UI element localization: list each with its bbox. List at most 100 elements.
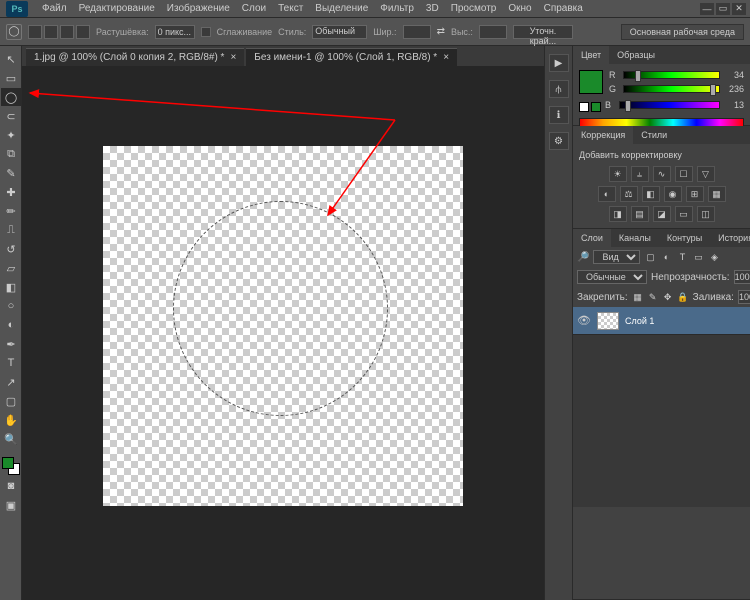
selection-new-button[interactable] bbox=[28, 25, 42, 39]
b-value[interactable]: 13 bbox=[724, 100, 744, 110]
feather-input[interactable] bbox=[155, 25, 195, 39]
style-select[interactable]: Обычный bbox=[312, 25, 367, 39]
r-slider[interactable] bbox=[623, 71, 720, 79]
menu-layer[interactable]: Слои bbox=[236, 3, 272, 14]
balance-icon[interactable]: ⚖ bbox=[620, 186, 638, 202]
tab-channels[interactable]: Каналы bbox=[611, 229, 659, 247]
close-icon[interactable]: × bbox=[230, 52, 236, 63]
canvas-viewport[interactable] bbox=[22, 66, 544, 600]
move-tool[interactable]: ↖ bbox=[1, 50, 21, 68]
alt-swatch[interactable] bbox=[591, 102, 601, 112]
swap-icon[interactable]: ⇄ bbox=[437, 26, 445, 37]
search-icon[interactable]: 🔎 bbox=[577, 252, 589, 263]
pen-tool[interactable]: ✒ bbox=[1, 335, 21, 353]
levels-icon[interactable]: ⫨ bbox=[631, 166, 649, 182]
foreground-color-swatch[interactable] bbox=[2, 457, 14, 469]
fill-input[interactable] bbox=[738, 290, 750, 304]
layer-item[interactable]: 👁 Слой 1 bbox=[573, 307, 750, 335]
type-tool[interactable]: T bbox=[1, 354, 21, 372]
height-input[interactable] bbox=[479, 25, 507, 39]
minimize-button[interactable]: — bbox=[700, 3, 714, 15]
eyedropper-tool[interactable]: ✎ bbox=[1, 164, 21, 182]
lasso-tool[interactable]: ⊂ bbox=[1, 107, 21, 125]
gradient-tool[interactable]: ◧ bbox=[1, 278, 21, 296]
tab-color[interactable]: Цвет bbox=[573, 46, 609, 64]
close-icon[interactable]: × bbox=[443, 52, 449, 63]
tab-swatches[interactable]: Образцы bbox=[609, 46, 663, 64]
workspace-switcher[interactable]: Основная рабочая среда bbox=[621, 24, 744, 40]
rectangle-tool[interactable]: ▢ bbox=[1, 392, 21, 410]
canvas[interactable] bbox=[103, 146, 463, 506]
blend-mode-select[interactable]: Обычные bbox=[577, 270, 647, 284]
history-brush-tool[interactable]: ↺ bbox=[1, 240, 21, 258]
g-value[interactable]: 236 bbox=[724, 84, 744, 94]
dock-info-icon[interactable]: ℹ bbox=[549, 106, 569, 124]
tab-styles[interactable]: Стили bbox=[633, 126, 675, 144]
selection-add-button[interactable] bbox=[44, 25, 58, 39]
elliptical-marquee-tool[interactable]: ◯ bbox=[1, 88, 21, 106]
menu-image[interactable]: Изображение bbox=[161, 3, 236, 14]
invert-icon[interactable]: ◨ bbox=[609, 206, 627, 222]
color-lookup-icon[interactable]: ▦ bbox=[708, 186, 726, 202]
threshold-icon[interactable]: ◪ bbox=[653, 206, 671, 222]
menu-window[interactable]: Окно bbox=[502, 3, 537, 14]
lock-pixels-icon[interactable]: ✎ bbox=[647, 291, 659, 303]
eraser-tool[interactable]: ▱ bbox=[1, 259, 21, 277]
dodge-tool[interactable]: ◐ bbox=[1, 316, 21, 334]
filter-type-icon[interactable]: T bbox=[676, 251, 688, 263]
lock-all-icon[interactable]: 🔒 bbox=[677, 291, 689, 303]
menu-text[interactable]: Текст bbox=[272, 3, 309, 14]
menu-select[interactable]: Выделение bbox=[309, 3, 374, 14]
crop-tool[interactable]: ⧉ bbox=[1, 145, 21, 163]
healing-brush-tool[interactable]: ✚ bbox=[1, 183, 21, 201]
filter-pixel-icon[interactable]: ▢ bbox=[644, 251, 656, 263]
exposure-icon[interactable]: ☐ bbox=[675, 166, 693, 182]
dock-properties-icon[interactable]: ⚙ bbox=[549, 132, 569, 150]
brightness-icon[interactable]: ☀ bbox=[609, 166, 627, 182]
dock-histogram-icon[interactable]: ⫛ bbox=[549, 80, 569, 98]
filter-smart-icon[interactable]: ◈ bbox=[708, 251, 720, 263]
lock-position-icon[interactable]: ✥ bbox=[662, 291, 674, 303]
b-slider[interactable] bbox=[619, 101, 720, 109]
menu-file[interactable]: Файл bbox=[36, 3, 73, 14]
tab-layers[interactable]: Слои bbox=[573, 229, 611, 247]
posterize-icon[interactable]: ▤ bbox=[631, 206, 649, 222]
opacity-input[interactable] bbox=[734, 270, 750, 284]
tab-history[interactable]: История bbox=[710, 229, 750, 247]
curves-icon[interactable]: ∿ bbox=[653, 166, 671, 182]
hue-icon[interactable]: ◐ bbox=[598, 186, 616, 202]
maximize-button[interactable]: ▭ bbox=[716, 3, 730, 15]
visibility-toggle-icon[interactable]: 👁 bbox=[577, 314, 591, 327]
tab-paths[interactable]: Контуры bbox=[659, 229, 710, 247]
brush-tool[interactable]: ✏ bbox=[1, 202, 21, 220]
menu-view[interactable]: Просмотр bbox=[445, 3, 503, 14]
clone-stamp-tool[interactable]: ⎍ bbox=[1, 221, 21, 239]
dock-play-icon[interactable]: ▶ bbox=[549, 54, 569, 72]
vibrance-icon[interactable]: ▽ bbox=[697, 166, 715, 182]
refine-edge-button[interactable]: Уточн. край... bbox=[513, 25, 573, 39]
width-input[interactable] bbox=[403, 25, 431, 39]
tool-preset-icon[interactable]: ◯ bbox=[6, 24, 22, 40]
channel-mixer-icon[interactable]: ⊞ bbox=[686, 186, 704, 202]
photo-filter-icon[interactable]: ◉ bbox=[664, 186, 682, 202]
selective-color-icon[interactable]: ◫ bbox=[697, 206, 715, 222]
menu-3d[interactable]: 3D bbox=[420, 3, 445, 14]
antialias-checkbox[interactable] bbox=[201, 27, 211, 37]
screen-mode-toggle[interactable]: ▣ bbox=[1, 496, 21, 514]
layer-thumbnail[interactable] bbox=[597, 312, 619, 330]
blur-tool[interactable]: ○ bbox=[1, 297, 21, 315]
magic-wand-tool[interactable]: ✦ bbox=[1, 126, 21, 144]
tab-adjustments[interactable]: Коррекция bbox=[573, 126, 633, 144]
document-tab-0[interactable]: 1.jpg @ 100% (Слой 0 копия 2, RGB/8#) * … bbox=[26, 48, 244, 66]
close-button[interactable]: ✕ bbox=[732, 3, 746, 15]
selection-subtract-button[interactable] bbox=[60, 25, 74, 39]
lock-transparency-icon[interactable]: ▦ bbox=[632, 291, 644, 303]
filter-shape-icon[interactable]: ▭ bbox=[692, 251, 704, 263]
main-color-swatch[interactable] bbox=[579, 70, 603, 94]
menu-help[interactable]: Справка bbox=[538, 3, 589, 14]
document-tab-1[interactable]: Без имени-1 @ 100% (Слой 1, RGB/8) * × bbox=[246, 48, 457, 66]
quick-mask-toggle[interactable]: ◙ bbox=[1, 477, 21, 495]
bw-icon[interactable]: ◧ bbox=[642, 186, 660, 202]
menu-edit[interactable]: Редактирование bbox=[73, 3, 161, 14]
gradient-map-icon[interactable]: ▭ bbox=[675, 206, 693, 222]
